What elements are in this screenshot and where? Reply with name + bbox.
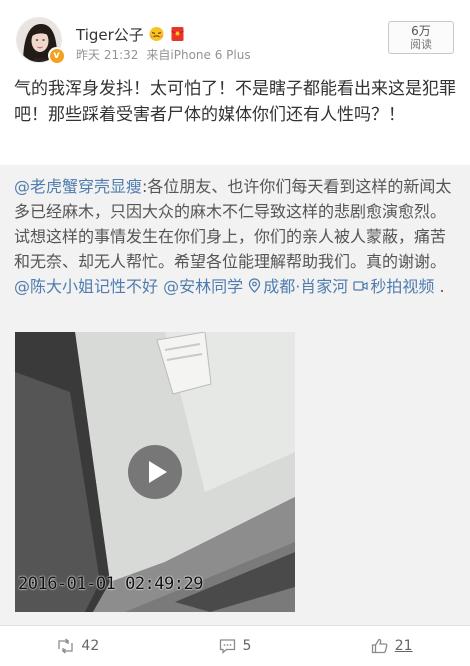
mention-link-2[interactable]: @安林同学	[163, 277, 243, 296]
views-label: 阅读	[410, 38, 432, 51]
views-count: 6万	[411, 24, 431, 38]
mention-link-1[interactable]: @陈大小姐记性不好	[14, 277, 158, 296]
emoji-face-icon	[148, 26, 165, 42]
repost-author-link[interactable]: @老虎蟹穿壳显瘦	[14, 177, 142, 196]
views-counter: 6万 阅读	[388, 21, 454, 54]
repost-text: @老虎蟹穿壳显瘦:各位朋友、也许你们每天看到这样的新闻太多已经麻木，只因大众的麻…	[14, 174, 458, 299]
username[interactable]: Tiger公子	[76, 24, 144, 45]
post-time: 昨天 21:32	[76, 48, 139, 62]
video-thumbnail[interactable]: 2016-01-01 02:49:29	[15, 332, 295, 612]
video-timestamp: 2016-01-01 02:49:29	[18, 574, 203, 594]
comment-count: 5	[242, 638, 252, 654]
end-punct: .	[439, 277, 445, 296]
verified-badge-icon: v	[48, 47, 65, 64]
repost-icon	[58, 638, 74, 654]
post-header: v Tiger公子 昨天 21:32 来自iPhone 6 Plus 6万 阅读	[0, 0, 470, 66]
post-source: 来自iPhone 6 Plus	[146, 48, 251, 62]
thumbs-up-icon	[371, 638, 388, 654]
user-line: Tiger公子	[76, 24, 186, 44]
red-envelope-icon	[169, 26, 186, 42]
comment-icon	[219, 639, 235, 654]
repost-button[interactable]: 42	[0, 626, 157, 666]
video-link[interactable]: 秒拍视频	[353, 277, 434, 296]
video-link-label: 秒拍视频	[370, 277, 435, 296]
video-camera-icon	[353, 281, 369, 291]
play-button[interactable]	[128, 445, 182, 499]
post-text: 气的我浑身发抖！太可怕了！不是瞎子都能看出来这是犯罪吧！那些踩着受害者尸体的媒体…	[14, 79, 456, 125]
location-pin-icon	[249, 278, 261, 293]
repost-block[interactable]: @老虎蟹穿壳显瘦:各位朋友、也许你们每天看到这样的新闻太多已经麻木，只因大众的麻…	[0, 165, 470, 625]
post-meta: 昨天 21:32 来自iPhone 6 Plus	[76, 46, 251, 63]
repost-count: 42	[81, 638, 100, 654]
like-button[interactable]: 21	[313, 626, 470, 666]
action-bar: 42 5 21	[0, 625, 470, 666]
avatar[interactable]: v	[16, 17, 65, 64]
comment-button[interactable]: 5	[157, 626, 314, 666]
like-count: 21	[394, 638, 413, 654]
play-icon	[149, 461, 167, 483]
location-label: 成都·肖家河	[263, 277, 349, 296]
location-link[interactable]: 成都·肖家河	[248, 277, 348, 296]
